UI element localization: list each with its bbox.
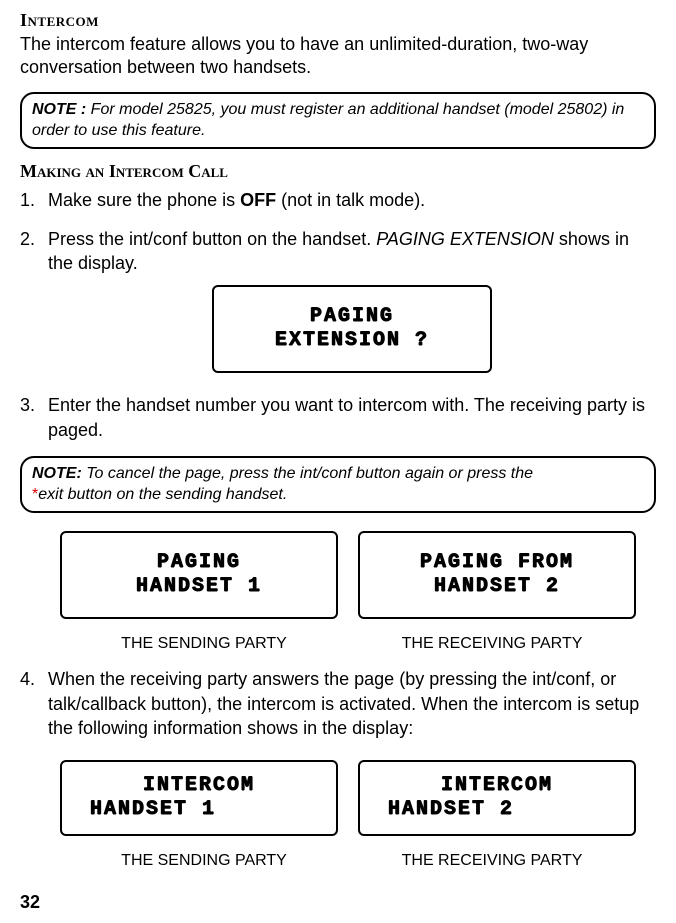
lcd-ext-line1: PAGING: [224, 305, 480, 329]
lcd-intercom-s: HANDSET 1: [70, 798, 328, 822]
step1-text-a: Make sure the phone is: [48, 190, 240, 210]
lcd-screen-receiving-intercom: INTERCOM HANDSET 2: [358, 760, 636, 836]
note-box-1: NOTE : For model 25825, you must registe…: [20, 92, 656, 150]
note2-prefix: NOTE:: [32, 465, 82, 482]
lcd-screen-sending-paging: PAGING HANDSET 1: [60, 531, 338, 619]
section-title-intercom: Intercom: [20, 10, 656, 31]
lcd-pair-intercom: INTERCOM HANDSET 1 INTERCOM HANDSET 2: [60, 754, 636, 842]
step1-off: OFF: [240, 190, 276, 210]
step2-text-a: Press the int/conf button on the handset…: [48, 229, 376, 249]
note1-body: For model 25825, you must register an ad…: [32, 101, 624, 139]
label-sending-1: THE SENDING PARTY: [60, 635, 348, 653]
section-title-making-call: Making an Intercom Call: [20, 161, 656, 182]
note2-body-a: To cancel the page, press the int/conf b…: [82, 465, 533, 482]
label-receiving-1: THE RECEIVING PARTY: [348, 635, 636, 653]
page-number: 32: [20, 892, 40, 913]
step1-text-b: (not in talk mode).: [276, 190, 425, 210]
lcd-pair-paging: PAGING HANDSET 1 PAGING FROM HANDSET 2: [60, 525, 636, 625]
label-sending-2: THE SENDING PARTY: [60, 852, 348, 870]
party-labels-2: THE SENDING PARTY THE RECEIVING PARTY: [60, 852, 636, 870]
lcd-send1a: PAGING: [72, 551, 326, 575]
lcd-screen-sending-intercom: INTERCOM HANDSET 1: [60, 760, 338, 836]
step-4: When the receiving party answers the pag…: [20, 667, 656, 740]
lcd-intercom-a1: INTERCOM: [70, 774, 328, 798]
note2-exit: exit button on the sending handset.: [38, 486, 287, 503]
lcd-intercom-r: HANDSET 2: [368, 798, 626, 822]
lcd-send1b: HANDSET 1: [72, 575, 326, 599]
lcd-recv1a: PAGING FROM: [370, 551, 624, 575]
note1-prefix: NOTE :: [32, 101, 86, 118]
step3-text: Enter the handset number you want to int…: [48, 395, 645, 439]
intro-paragraph: The intercom feature allows you to have …: [20, 33, 656, 80]
lcd-intercom-a2: INTERCOM: [368, 774, 626, 798]
lcd-screen-extension: PAGING EXTENSION ?: [212, 285, 492, 373]
step4-text: When the receiving party answers the pag…: [48, 669, 639, 738]
label-receiving-2: THE RECEIVING PARTY: [348, 852, 636, 870]
note-box-2: NOTE: To cancel the page, press the int/…: [20, 456, 656, 514]
step-1: Make sure the phone is OFF (not in talk …: [20, 188, 656, 212]
lcd-screen-receiving-paging: PAGING FROM HANDSET 2: [358, 531, 636, 619]
step-2: Press the int/conf button on the handset…: [20, 227, 656, 374]
party-labels-1: THE SENDING PARTY THE RECEIVING PARTY: [60, 635, 636, 653]
step2-paging: PAGING EXTENSION: [376, 229, 554, 249]
lcd-recv1b: HANDSET 2: [370, 575, 624, 599]
step-3: Enter the handset number you want to int…: [20, 393, 656, 442]
lcd-ext-line2: EXTENSION ?: [224, 329, 480, 353]
